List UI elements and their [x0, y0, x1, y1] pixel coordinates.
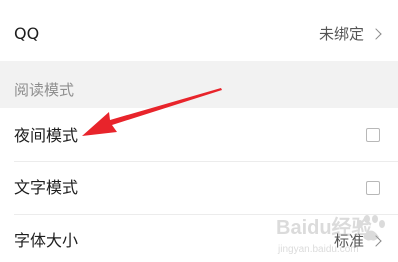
night-mode-row[interactable]: 夜间模式: [0, 108, 398, 161]
baidu-jingyan-watermark: Baidu经验 jingyan.baidu.com: [276, 215, 385, 255]
watermark-brand: Baidu经验: [276, 215, 372, 239]
night-mode-label: 夜间模式: [14, 126, 79, 145]
qq-binding-status: 未绑定: [318, 25, 364, 43]
settings-screen: QQ 未绑定 阅读模式 夜间模式 文字模式 字体大小 标准 Baidu经验 ji…: [0, 0, 398, 262]
qq-label: QQ: [14, 24, 40, 43]
reading-mode-section-title: 阅读模式: [14, 81, 75, 99]
text-mode-label: 文字模式: [14, 178, 79, 197]
night-mode-checkbox[interactable]: [366, 128, 380, 142]
font-size-label: 字体大小: [14, 231, 79, 250]
chevron-right-icon: [370, 28, 382, 40]
watermark-url: jingyan.baidu.com: [277, 244, 359, 255]
text-mode-checkbox[interactable]: [366, 181, 380, 195]
qq-binding-row[interactable]: QQ 未绑定: [0, 0, 398, 61]
